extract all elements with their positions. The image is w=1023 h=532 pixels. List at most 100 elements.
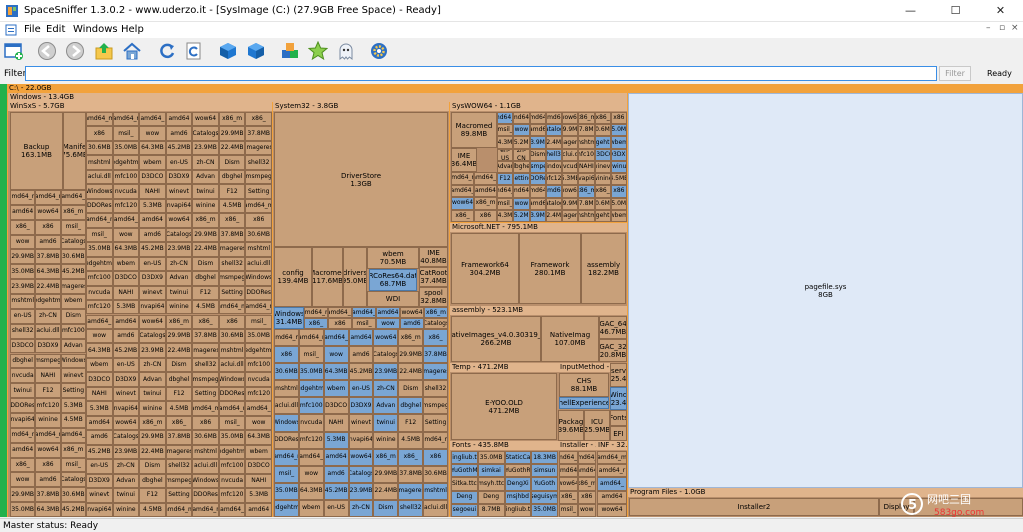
treemap-cell[interactable]: x86_m — [60, 204, 86, 220]
packages-box[interactable]: Packag 39.6MB — [558, 410, 584, 441]
treemap-cell[interactable]: 22.4MB — [139, 444, 166, 460]
treemap-cell[interactable]: msil_ — [559, 503, 578, 517]
treemap-cell[interactable]: YuGoth — [531, 477, 558, 491]
treemap-cell[interactable]: wbem — [323, 380, 349, 398]
blue-cube-button[interactable] — [217, 40, 239, 62]
treemap-cell[interactable]: amd64 — [165, 112, 193, 127]
treemap-cell[interactable]: 35.0MB — [10, 502, 36, 517]
treemap-cell[interactable]: en-US — [86, 459, 113, 474]
treemap-cell[interactable]: D3DCO — [323, 397, 349, 415]
treemap-cell[interactable]: D3DX9 — [139, 271, 166, 286]
drivers-box[interactable]: drivers 95.0MB — [343, 247, 367, 307]
treemap-cell[interactable]: winine — [35, 412, 61, 428]
treemap-cell[interactable]: 5.3MB — [86, 401, 113, 416]
treemap-cell[interactable]: amd6 — [400, 318, 424, 329]
catroot-box[interactable]: CatRoot 37.4MB — [419, 267, 448, 287]
treemap-cell[interactable]: mfc100 — [245, 357, 272, 373]
treemap-cell[interactable]: edgehtml — [112, 155, 140, 170]
treemap-cell[interactable]: msil_ — [86, 227, 113, 243]
installer-block[interactable]: Installer - 3 amd64_mamd64_ramd64_amd64w… — [558, 441, 596, 517]
nativeimag2-box[interactable]: NativeImag 107.0MB — [541, 316, 599, 362]
treemap-cell[interactable]: D3DCO — [86, 372, 113, 387]
treemap-cell[interactable]: wbem — [112, 256, 140, 272]
treemap-cell[interactable]: 23.9MB — [112, 444, 140, 460]
treemap-cell[interactable]: aclui.dll — [274, 397, 299, 415]
treemap-cell[interactable]: shell32 — [398, 499, 424, 517]
treemap-cell[interactable]: wow64 — [597, 503, 627, 517]
rcores64-box[interactable]: RCoRes64.dat 68.7MB — [369, 269, 417, 291]
treemap-cell[interactable]: Dism — [60, 308, 86, 324]
treemap-cell[interactable]: winine — [165, 300, 193, 315]
treemap-cell[interactable]: amd64_r — [35, 190, 61, 205]
treemap-cell[interactable]: 29.9MB — [398, 346, 424, 364]
treemap-cell[interactable]: imageres — [398, 482, 424, 500]
treemap-cell[interactable]: shell32 — [218, 256, 246, 272]
treemap-cell[interactable]: x86 — [274, 346, 299, 364]
treemap-cell[interactable]: D3DX9 — [86, 473, 113, 489]
treemap-cell[interactable]: 35.0MB — [610, 124, 627, 137]
treemap-cell[interactable]: mfc120 — [86, 300, 113, 315]
shellexperiences-box[interactable]: ShellExperiences — [559, 397, 609, 409]
treemap-cell[interactable]: Dism — [165, 357, 193, 373]
treemap-cell[interactable]: edgehtml — [298, 380, 324, 398]
treemap-cell[interactable]: amd64_r — [112, 112, 140, 127]
treemap-cell[interactable]: amd64_m — [165, 502, 193, 517]
treemap-cell[interactable]: 37.8MB — [35, 487, 61, 503]
treemap-cell[interactable]: amd64_r — [474, 172, 497, 185]
treemap-cell[interactable]: amd64_m — [497, 112, 514, 125]
treemap-cell[interactable]: x86_ — [451, 209, 474, 222]
treemap-cell[interactable]: 29.9MB — [139, 430, 166, 445]
treemap-cell[interactable]: 37.8MB — [218, 227, 246, 243]
maximize-button[interactable]: ☐ — [933, 0, 978, 22]
treemap-cell[interactable]: x86_ — [218, 213, 246, 228]
treemap-cell[interactable]: msil_ — [245, 314, 272, 329]
inf-block[interactable]: INF - 32.9 amd64_mamd64_ramd64_amd64wow6… — [596, 441, 627, 517]
treemap-cell[interactable]: amd64_r — [86, 213, 113, 228]
treemap-cell[interactable]: amd64_m — [10, 427, 36, 443]
treemap-cell[interactable]: 37.8MB — [578, 197, 595, 210]
treemap-cell[interactable]: DDORes — [245, 285, 272, 301]
treemap-cell[interactable]: shell32 — [245, 155, 272, 170]
treemap-cell[interactable]: 35.0MB — [10, 264, 36, 280]
treemap-cell[interactable]: 45.2MB — [86, 444, 113, 460]
treemap-cell[interactable]: shell32 — [545, 148, 562, 161]
treemap-cell[interactable]: imageres — [562, 136, 579, 149]
treemap-cell[interactable]: 23.9MB — [192, 140, 219, 156]
installer-small-grid[interactable]: amd64_mamd64_ramd64_amd64wow64x86_mx86_x… — [559, 451, 596, 517]
treemap-cell[interactable]: shell32 — [10, 323, 36, 339]
treemap-cell[interactable]: 5.3MB — [112, 300, 140, 315]
treemap-cell[interactable]: 45.2MB — [323, 482, 349, 500]
treemap-cell[interactable]: 37.8MB — [578, 124, 595, 137]
treemap-cell[interactable]: amd64_m — [451, 172, 474, 185]
treemap-cell[interactable]: x86 — [86, 126, 113, 141]
treemap-cell[interactable]: 22.4MB — [35, 279, 61, 295]
treemap-cell[interactable]: D3DCO — [245, 459, 272, 474]
treemap-cell[interactable]: 23.9MB — [348, 482, 374, 500]
treemap-cell[interactable]: 5.3MB — [323, 431, 349, 449]
treemap-cell[interactable]: zh-CN — [192, 155, 219, 170]
treemap-cell[interactable]: F12 — [398, 414, 424, 432]
cubes-tag-button[interactable] — [279, 40, 301, 62]
treemap-cell[interactable]: imageres — [218, 242, 246, 257]
treemap-cell[interactable]: aclui.dll — [35, 323, 61, 339]
treemap-cell[interactable]: msmpeg — [165, 473, 193, 489]
treemap-cell[interactable]: mfc100 — [298, 397, 324, 415]
treemap-cell[interactable]: 35.0MB — [218, 430, 246, 445]
treemap-cell[interactable]: D3DX9 — [112, 372, 140, 387]
treemap-cell[interactable]: 35.0MB — [610, 197, 627, 210]
inf-small-grid[interactable]: amd64_m amd64_r amd64_ amd64 wow64 — [597, 451, 627, 517]
treemap-cell[interactable]: edgehtml — [594, 136, 611, 149]
treemap-cell[interactable]: F12 — [192, 285, 219, 301]
settings-button[interactable] — [368, 40, 390, 62]
macromed32-box[interactable]: Macromed117.6MB — [312, 247, 343, 307]
treemap-cell[interactable]: amd64_r — [298, 329, 324, 347]
wind-box[interactable]: Wind 23.4 — [610, 387, 627, 410]
treemap-cell[interactable]: D3DX9 — [348, 397, 374, 415]
treemap-cell[interactable]: en-US — [112, 357, 140, 373]
treemap-cell[interactable]: amd6 — [112, 328, 140, 344]
treemap-cell[interactable]: twinui — [139, 386, 166, 402]
treemap-cell[interactable]: en-US — [165, 155, 193, 170]
treemap-cell[interactable]: aclui.dll — [245, 256, 272, 272]
treemap-cell[interactable]: seguisym — [531, 490, 558, 504]
config-box[interactable]: config 139.4MB — [274, 247, 312, 307]
